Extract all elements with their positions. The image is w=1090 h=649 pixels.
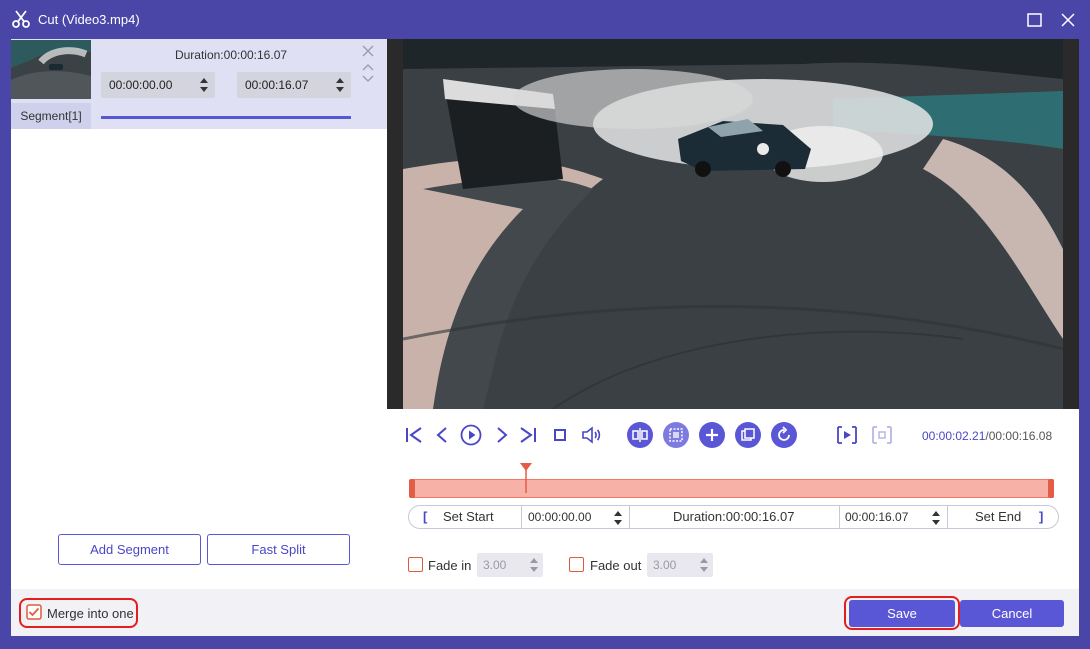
bottom-bar: Merge into one Save Cancel bbox=[11, 589, 1079, 636]
crop-frame-icon[interactable] bbox=[663, 422, 689, 448]
fade-in-label: Fade in bbox=[428, 558, 472, 573]
chevron-up-icon[interactable] bbox=[362, 63, 374, 71]
next-frame-icon[interactable] bbox=[495, 425, 509, 445]
trim-end-time[interactable]: 00:00:16.07 bbox=[845, 506, 908, 528]
go-to-end-icon[interactable] bbox=[519, 425, 537, 445]
window-title: Cut (Video3.mp4) bbox=[38, 12, 140, 27]
segment-end-value: 00:00:16.07 bbox=[245, 78, 309, 92]
end-bracket-icon[interactable]: ] bbox=[1039, 506, 1043, 528]
spinner-icon[interactable] bbox=[613, 508, 623, 528]
segment-label: Segment[1] bbox=[11, 103, 91, 129]
split-icon[interactable] bbox=[627, 422, 653, 448]
trim-bar: [ Set Start 00:00:00.00 Duration:00:00:1… bbox=[408, 505, 1059, 529]
stop-icon[interactable] bbox=[553, 428, 567, 442]
set-start-button[interactable]: Set Start bbox=[443, 506, 494, 528]
segment-start-field[interactable]: 00:00:00.00 bbox=[101, 72, 215, 98]
segment-start-value: 00:00:00.00 bbox=[109, 78, 173, 92]
fade-in-value: 3.00 bbox=[483, 558, 507, 572]
merge-label: Merge into one bbox=[47, 606, 134, 621]
title-bar: Cut (Video3.mp4) bbox=[0, 0, 1090, 39]
copy-icon[interactable] bbox=[735, 422, 761, 448]
timeline-start-handle[interactable] bbox=[409, 479, 415, 498]
set-end-button[interactable]: Set End bbox=[975, 506, 1021, 528]
maximize-icon[interactable] bbox=[1026, 11, 1044, 29]
cancel-button[interactable]: Cancel bbox=[960, 600, 1064, 627]
fade-out-label: Fade out bbox=[590, 558, 642, 573]
video-frame-border bbox=[1063, 39, 1079, 409]
segment-duration: Duration:00:00:16.07 bbox=[174, 48, 288, 62]
play-icon[interactable] bbox=[460, 424, 482, 446]
video-frame-border bbox=[387, 39, 403, 409]
segment-list: Segment[1] Duration:00:00:16.07 00:00:00… bbox=[11, 39, 387, 589]
video-frame-image bbox=[403, 39, 1063, 409]
spinner-icon[interactable] bbox=[199, 75, 209, 95]
fade-out-value-field[interactable]: 3.00 bbox=[647, 553, 713, 577]
preview-segment-icon[interactable] bbox=[836, 425, 858, 445]
spinner-icon[interactable] bbox=[335, 75, 345, 95]
playhead-marker[interactable] bbox=[520, 463, 532, 493]
fade-out-checkbox[interactable] bbox=[569, 557, 584, 572]
segment-item[interactable]: Segment[1] Duration:00:00:16.07 00:00:00… bbox=[11, 39, 387, 129]
scissors-icon bbox=[12, 10, 30, 28]
reset-icon[interactable] bbox=[771, 422, 797, 448]
volume-icon[interactable] bbox=[581, 425, 601, 445]
chevron-down-icon[interactable] bbox=[362, 75, 374, 83]
trim-timeline[interactable] bbox=[410, 479, 1054, 498]
fade-out-value: 3.00 bbox=[653, 558, 677, 572]
segment-progress-bar bbox=[101, 116, 351, 119]
trim-duration: Duration:00:00:16.07 bbox=[673, 509, 795, 524]
fade-in-value-field[interactable]: 3.00 bbox=[477, 553, 543, 577]
divider bbox=[521, 506, 522, 528]
divider bbox=[947, 506, 948, 528]
trim-start-time[interactable]: 00:00:00.00 bbox=[528, 506, 591, 528]
spinner-icon[interactable] bbox=[931, 508, 941, 528]
cut-dialog-body: Segment[1] Duration:00:00:16.07 00:00:00… bbox=[11, 39, 1079, 636]
current-time: 00:00:02.21 bbox=[922, 429, 986, 443]
segment-frame-icon bbox=[872, 426, 892, 444]
save-button[interactable]: Save bbox=[849, 600, 955, 627]
total-time: 00:00:16.08 bbox=[988, 429, 1053, 443]
previous-frame-icon[interactable] bbox=[435, 425, 449, 445]
add-icon[interactable] bbox=[699, 422, 725, 448]
segment-thumbnail bbox=[11, 40, 91, 99]
close-icon[interactable] bbox=[1059, 11, 1077, 29]
merge-checkbox[interactable] bbox=[26, 604, 42, 620]
go-to-start-icon[interactable] bbox=[405, 425, 423, 445]
spinner-icon[interactable] bbox=[529, 555, 539, 575]
divider bbox=[839, 506, 840, 528]
fade-in-checkbox[interactable] bbox=[408, 557, 423, 572]
video-preview bbox=[403, 39, 1063, 409]
segment-end-field[interactable]: 00:00:16.07 bbox=[237, 72, 351, 98]
divider bbox=[629, 506, 630, 528]
fast-split-button[interactable]: Fast Split bbox=[207, 534, 350, 565]
add-segment-button[interactable]: Add Segment bbox=[58, 534, 201, 565]
start-bracket-icon[interactable]: [ bbox=[423, 506, 427, 528]
spinner-icon[interactable] bbox=[699, 555, 709, 575]
playback-time: 00:00:02.21/00:00:16.08 bbox=[922, 429, 1052, 443]
remove-segment-icon[interactable] bbox=[361, 44, 375, 58]
timeline-end-handle[interactable] bbox=[1048, 479, 1054, 498]
